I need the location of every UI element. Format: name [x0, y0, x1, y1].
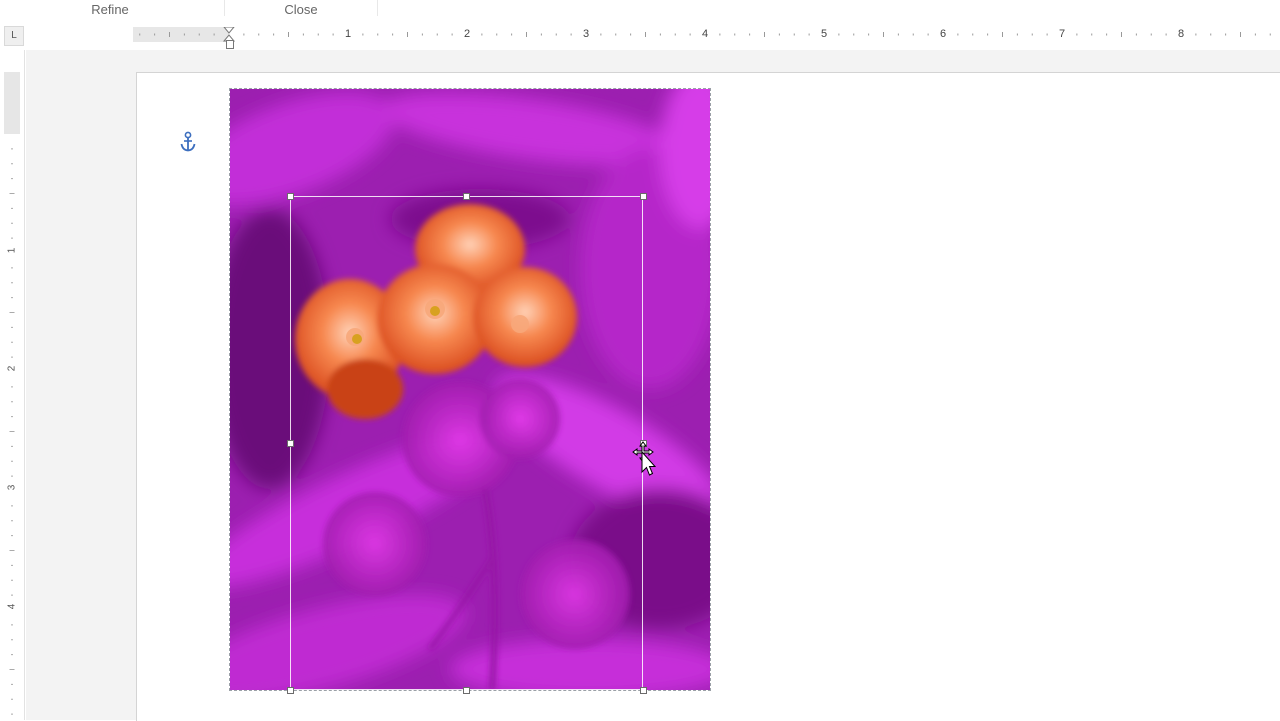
ruler-number: 5 [820, 28, 828, 40]
ruler-number: 3 [6, 484, 18, 491]
ruler-number: 8 [1177, 28, 1185, 40]
vertical-ruler[interactable]: 1 2 3 4 [0, 50, 26, 720]
vertical-ruler-ticks [9, 148, 15, 715]
ruler-number: 2 [463, 28, 471, 40]
ruler-number: 1 [6, 247, 18, 254]
crop-handle-top-right[interactable] [640, 193, 647, 200]
ruler-number: 7 [1058, 28, 1066, 40]
ruler-number: 2 [6, 365, 18, 372]
left-indent-marker-icon[interactable] [226, 40, 234, 49]
move-cursor-icon [632, 441, 657, 476]
crop-region[interactable] [290, 196, 643, 690]
ruler-number: 6 [939, 28, 947, 40]
crop-handle-bottom[interactable] [463, 687, 470, 694]
ribbon-separator [377, 0, 378, 16]
ruler-number: 4 [701, 28, 709, 40]
ruler-number: 4 [6, 603, 18, 610]
ribbon-group-close-label: Close [284, 2, 318, 17]
tab-selector-button[interactable]: L [4, 26, 24, 46]
ribbon-group-refine-label: Refine [91, 2, 129, 17]
crop-handle-top-left[interactable] [287, 193, 294, 200]
indent-marker-icon [222, 27, 236, 42]
ruler-number: 3 [582, 28, 590, 40]
ruler-number: 1 [344, 28, 352, 40]
crop-handle-top[interactable] [463, 193, 470, 200]
crop-handle-bottom-right[interactable] [640, 687, 647, 694]
crop-handle-bottom-left[interactable] [287, 687, 294, 694]
crop-handle-left[interactable] [287, 440, 294, 447]
anchor-icon[interactable] [178, 130, 198, 154]
ribbon-group-labels: Refine Close [0, 0, 1280, 21]
ribbon-separator [224, 0, 225, 16]
horizontal-ruler[interactable]: 1 2 3 4 5 6 7 8 [133, 27, 1280, 42]
